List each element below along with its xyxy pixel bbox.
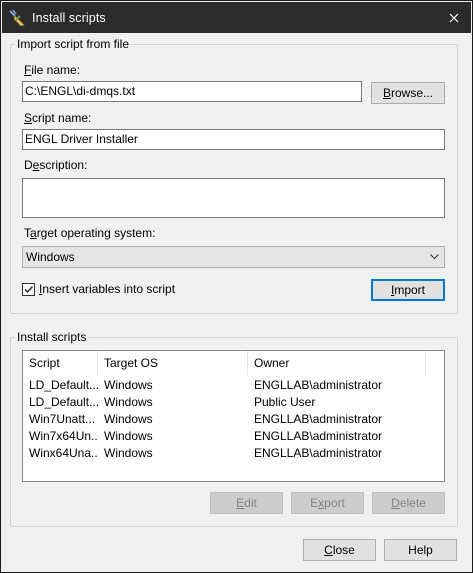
list-item[interactable]: Win7Unatt... Windows ENGLLAB\administrat… [23, 411, 438, 428]
cell-target-os: Windows [104, 378, 153, 392]
export-button[interactable]: Ex port [291, 492, 364, 514]
close-button[interactable]: Close [303, 539, 376, 561]
description-input[interactable] [22, 178, 445, 218]
cell-script: LD_Default... [29, 395, 98, 409]
list-header: Script Target OS Owner [23, 351, 426, 375]
window-title: Install scripts [32, 10, 106, 25]
file-name-label: File name: [24, 63, 81, 77]
target-os-value: Windows [26, 250, 75, 264]
browse-button[interactable]: Browse... [371, 82, 445, 104]
list-item[interactable]: LD_Default... Windows ENGLLAB\administra… [23, 377, 438, 394]
close-icon [449, 13, 459, 22]
target-os-label: Target operating system: [24, 226, 156, 240]
cell-owner: ENGLLAB\administrator [254, 412, 383, 426]
cell-target-os: Windows [104, 395, 153, 409]
cell-owner: ENGLLAB\administrator [254, 446, 383, 460]
install-group-title: Install scripts [15, 330, 89, 344]
list-item[interactable]: Win7x64Un... Windows ENGLLAB\administrat… [23, 428, 438, 445]
help-button[interactable]: Help [384, 539, 457, 561]
title-bar[interactable]: Install scripts [2, 2, 471, 33]
column-header-owner[interactable]: Owner [248, 351, 426, 375]
cell-target-os: Windows [104, 446, 153, 460]
description-label: Description: [24, 158, 88, 172]
column-header-target-os[interactable]: Target OS [98, 351, 248, 375]
cell-owner: ENGLLAB\administrator [254, 429, 383, 443]
cell-script: Winx64Una... [29, 446, 98, 460]
cell-script: Win7x64Un... [29, 429, 98, 443]
cell-target-os: Windows [104, 412, 153, 426]
cell-target-os: Windows [104, 429, 153, 443]
import-button[interactable]: Import [371, 279, 445, 301]
install-scripts-list[interactable]: Script Target OS Owner LD_Default... Win… [22, 350, 445, 482]
list-item[interactable]: LD_Default... Windows Public User [23, 394, 438, 411]
delete-button[interactable]: Delete [372, 492, 445, 514]
cell-owner: ENGLLAB\administrator [254, 378, 383, 392]
script-name-label: Script name: [24, 111, 92, 125]
column-header-script[interactable]: Script [23, 351, 98, 375]
script-name-input[interactable]: ENGL Driver Installer [22, 129, 445, 150]
cell-owner: Public User [254, 395, 316, 409]
checkmark-icon [24, 286, 34, 294]
close-window-button[interactable] [437, 2, 471, 33]
edit-button[interactable]: Edit [210, 492, 283, 514]
chevron-down-icon [430, 254, 439, 260]
insert-variables-checkbox[interactable] [22, 283, 35, 296]
import-group-title: Import script from file [15, 37, 132, 51]
install-scripts-dialog: Install scripts Import script from file … [0, 0, 473, 573]
install-scripts-icon [9, 9, 25, 26]
list-item[interactable]: Winx64Una... Windows ENGLLAB\administrat… [23, 445, 438, 462]
cell-script: Win7Unatt... [29, 412, 96, 426]
cell-script: LD_Default... [29, 378, 98, 392]
target-os-select[interactable]: Windows [22, 246, 445, 268]
insert-variables-label: Insert variables into script [39, 282, 176, 296]
file-name-input[interactable]: C:\ENGL\di-dmqs.txt [22, 81, 362, 102]
